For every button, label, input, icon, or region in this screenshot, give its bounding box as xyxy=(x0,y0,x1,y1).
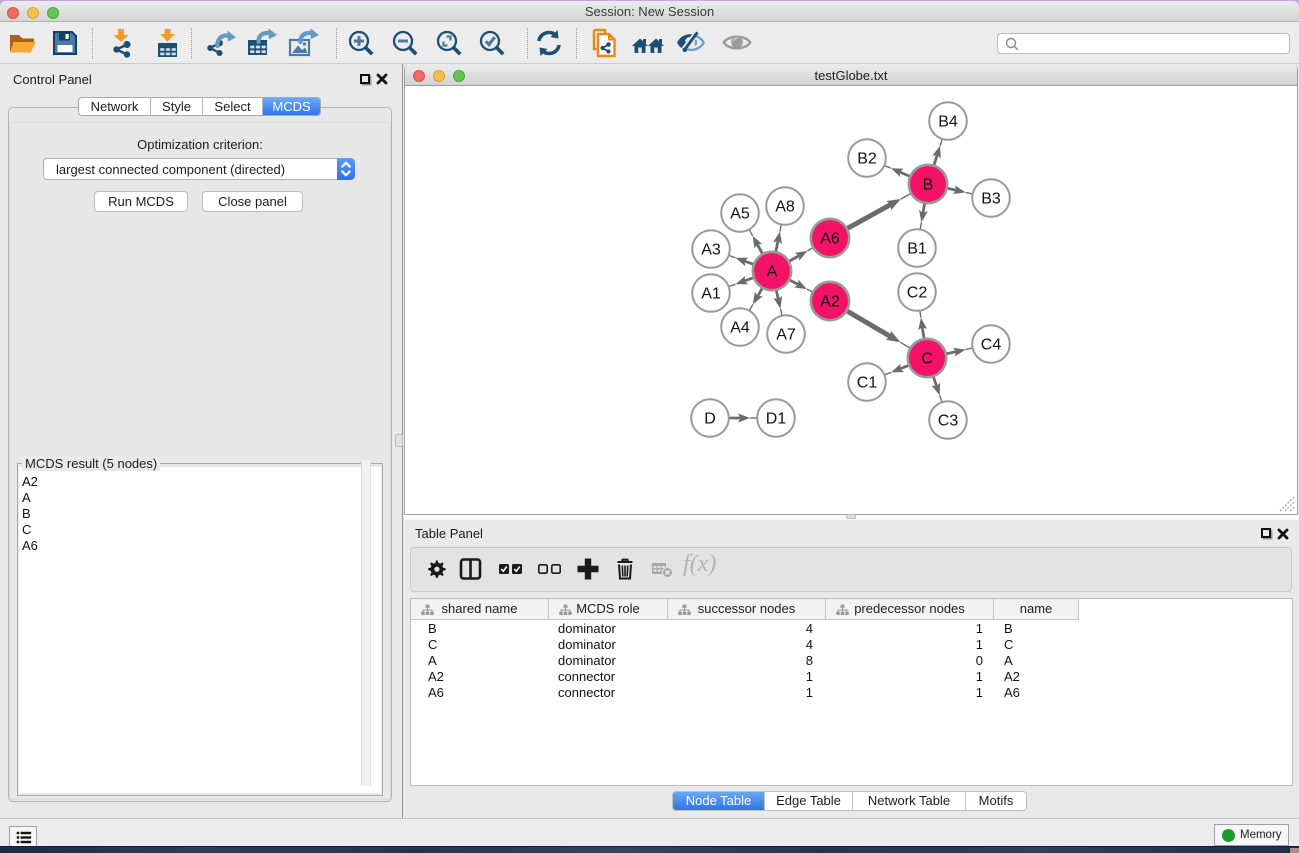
svg-text:A3: A3 xyxy=(701,242,721,259)
svg-text:C1: C1 xyxy=(857,375,878,392)
svg-text:B3: B3 xyxy=(981,191,1001,208)
svg-text:A5: A5 xyxy=(730,206,750,223)
svg-text:C4: C4 xyxy=(981,337,1002,354)
svg-text:B: B xyxy=(923,177,934,194)
svg-text:D1: D1 xyxy=(766,411,787,428)
svg-text:A: A xyxy=(767,264,778,281)
svg-text:C2: C2 xyxy=(907,285,928,302)
svg-text:D: D xyxy=(704,411,716,428)
svg-text:B2: B2 xyxy=(857,151,877,168)
svg-text:A2: A2 xyxy=(820,294,840,311)
svg-text:C: C xyxy=(921,351,933,368)
svg-text:B4: B4 xyxy=(938,114,958,131)
svg-text:C3: C3 xyxy=(938,413,959,430)
svg-text:B1: B1 xyxy=(907,241,927,258)
svg-text:A6: A6 xyxy=(820,231,840,248)
svg-text:A7: A7 xyxy=(776,327,796,344)
svg-text:A1: A1 xyxy=(701,286,721,303)
svg-text:A4: A4 xyxy=(730,320,750,337)
svg-text:A8: A8 xyxy=(775,199,795,216)
